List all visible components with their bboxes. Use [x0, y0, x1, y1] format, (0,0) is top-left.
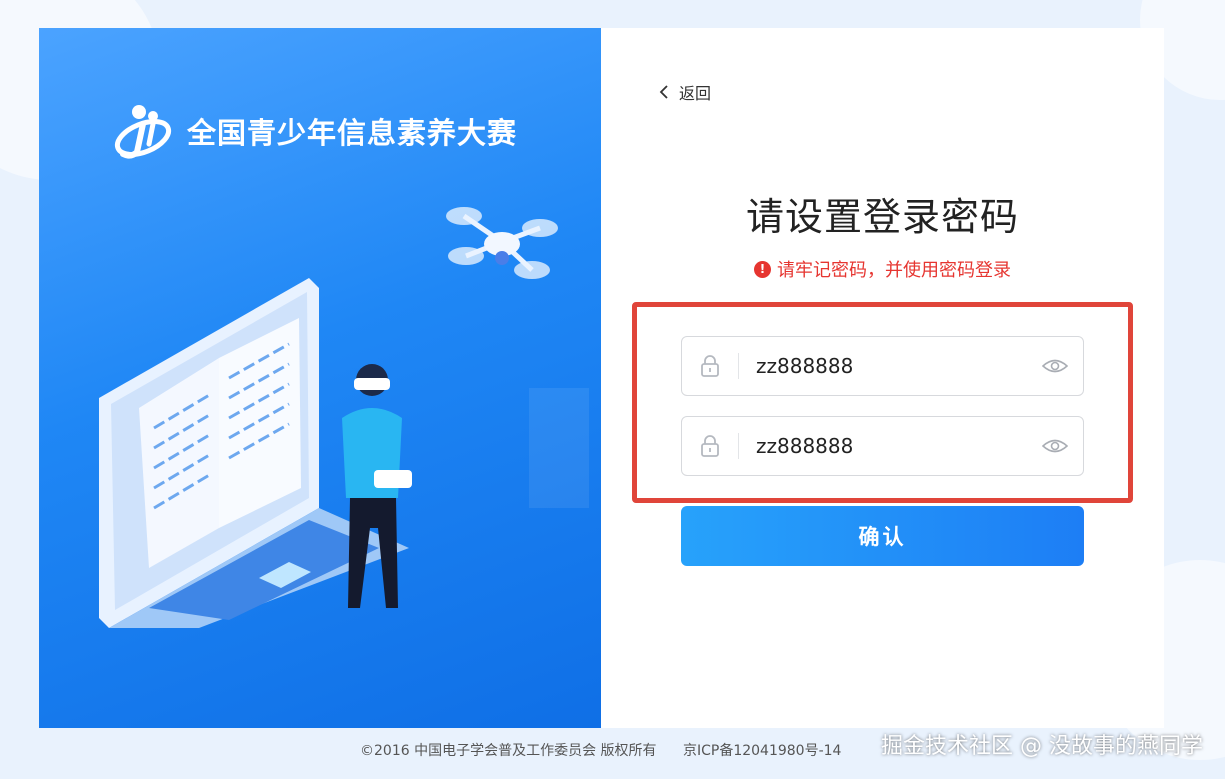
confirm-password-input[interactable] — [739, 434, 1027, 458]
icp-text: 京ICP备12041980号-14 — [682, 743, 842, 759]
drone-illustration — [446, 207, 558, 279]
confirm-button[interactable]: 确认 — [681, 506, 1084, 566]
password-warning: ! 请牢记密码，并使用密码登录 — [601, 256, 1164, 282]
page-title: 请设置登录密码 — [745, 195, 1019, 239]
page-footer: ©2016 中国电子学会普及工作委员会 版权所有 京ICP备12041980号-… — [360, 740, 841, 760]
watermark: 掘金技术社区 @ 没故事的燕同学 — [881, 734, 1203, 759]
password-field — [681, 336, 1084, 396]
lock-icon — [682, 417, 738, 475]
decor-block — [529, 388, 589, 508]
alert-icon: ! — [754, 260, 771, 278]
competition-logo: 全国青少年信息素养大赛 — [113, 100, 517, 162]
logo-icon — [114, 105, 172, 159]
chevron-left-icon — [659, 85, 668, 99]
confirm-password-field — [681, 416, 1084, 476]
form-panel: 返回 请设置登录密码 ! 请牢记密码，并使用密码登录 zz888888 zz88… — [601, 28, 1164, 728]
lock-icon — [682, 337, 738, 395]
eye-icon[interactable] — [1027, 337, 1083, 395]
back-label: 返回 — [679, 84, 712, 103]
eye-icon[interactable] — [1027, 417, 1083, 475]
password-input[interactable] — [739, 354, 1027, 378]
person-vr-illustration — [342, 364, 412, 608]
back-button[interactable]: 返回 — [659, 80, 711, 104]
banner-panel: 全国青少年信息素养大赛 — [39, 28, 601, 728]
login-card: 全国青少年信息素养大赛 返回 请设置登录密码 ! 请牢记密码，并使用密码登录 z… — [39, 28, 1164, 728]
warning-text: 请牢记密码，并使用密码登录 — [777, 260, 1011, 281]
competition-title: 全国青少年信息素养大赛 — [187, 116, 518, 150]
copyright-text: ©2016 中国电子学会普及工作委员会 版权所有 — [360, 743, 657, 759]
